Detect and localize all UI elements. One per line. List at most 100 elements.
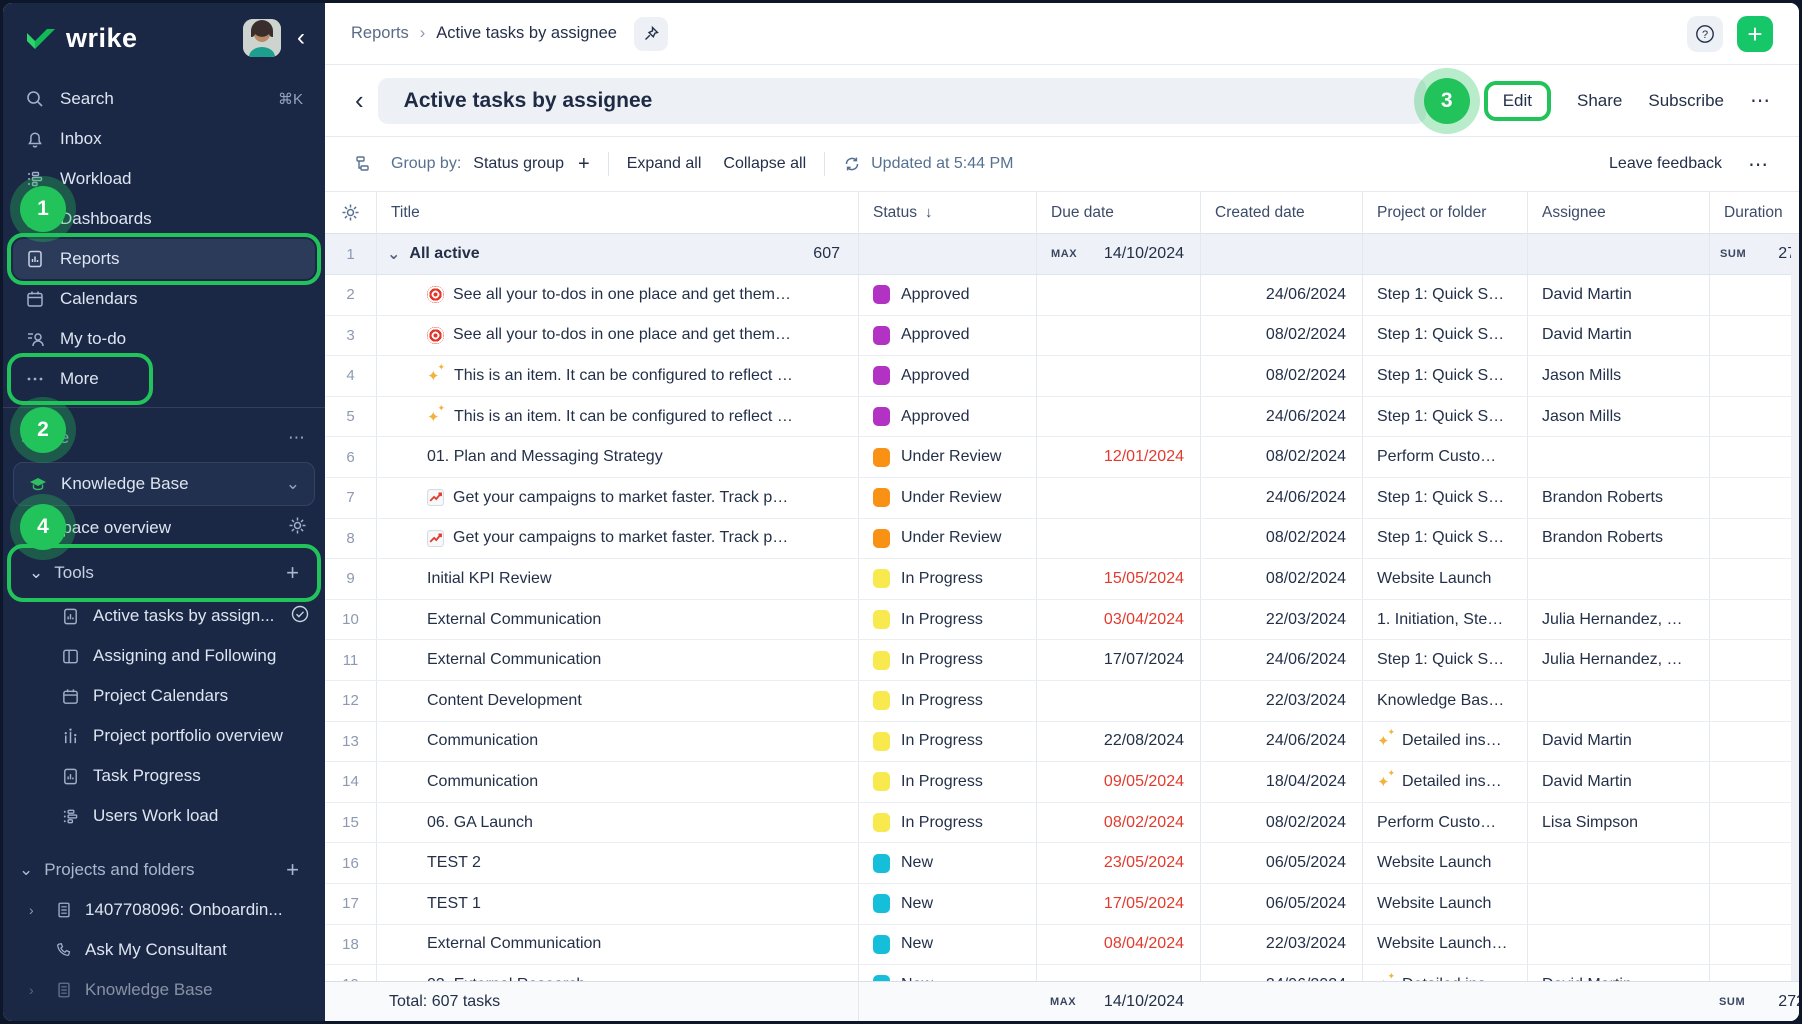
task-title[interactable]: Communication xyxy=(427,732,538,750)
column-header-assignee[interactable]: Assignee xyxy=(1527,192,1709,233)
vertical-scrollbar[interactable] xyxy=(1791,234,1799,981)
due-date xyxy=(1036,681,1200,721)
table-row[interactable]: 14 Communication In Progress 09/05/2024 … xyxy=(325,762,1799,803)
task-title[interactable]: External Communication xyxy=(427,651,601,669)
sidebar-item-my-todo[interactable]: My to-do xyxy=(13,319,315,359)
tool-item-portfolio[interactable]: Project portfolio overview xyxy=(3,716,325,756)
back-icon[interactable]: ‹ xyxy=(355,85,364,116)
assignee: Brandon Roberts xyxy=(1527,519,1709,559)
subscribe-button[interactable]: Subscribe xyxy=(1648,91,1724,111)
column-header-project[interactable]: Project or folder xyxy=(1362,192,1527,233)
share-button[interactable]: Share xyxy=(1577,91,1622,111)
project-name: Step 1: Quick S… xyxy=(1377,286,1504,304)
table-row[interactable]: 15 06. GA Launch In Progress 08/02/2024 … xyxy=(325,803,1799,844)
project-item-ask-consultant[interactable]: Ask My Consultant xyxy=(3,930,325,970)
space-menu-icon[interactable]: ⋯ xyxy=(288,428,307,448)
title-more-button[interactable]: ⋯ xyxy=(1750,88,1771,113)
column-header-title[interactable]: Title xyxy=(376,192,858,233)
table-row[interactable]: 9 Initial KPI Review In Progress 15/05/2… xyxy=(325,559,1799,600)
sidebar-item-more[interactable]: More xyxy=(13,359,147,399)
chevron-down-icon[interactable]: ⌄ xyxy=(286,474,300,494)
collapse-group-icon[interactable]: ⌄ xyxy=(387,244,400,264)
task-title[interactable]: TEST 1 xyxy=(427,895,481,913)
tool-item-task-progress[interactable]: Task Progress xyxy=(3,756,325,796)
created-date: 24/06/2024 xyxy=(1200,640,1362,680)
task-title[interactable]: This is an item. It can be configured to… xyxy=(454,367,793,385)
tools-section-header[interactable]: ⌄ Tools + xyxy=(13,550,315,596)
add-group-by-button[interactable]: + xyxy=(578,153,590,176)
sidebar-item-reports[interactable]: Reports xyxy=(13,239,315,279)
updated-timestamp: Updated at 5:44 PM xyxy=(871,155,1013,173)
sidebar-item-inbox[interactable]: Inbox xyxy=(13,119,315,159)
avatar[interactable] xyxy=(243,19,281,57)
tool-item-users-workload[interactable]: Users Work load xyxy=(3,796,325,836)
project-item-onboarding[interactable]: › 1407708096: Onboardin... xyxy=(3,890,325,930)
task-title[interactable]: Content Development xyxy=(427,692,582,710)
column-header-duration[interactable]: Duration xyxy=(1709,192,1799,233)
table-row[interactable]: 2 See all your to-dos in one place and g… xyxy=(325,275,1799,316)
table-row[interactable]: 3 See all your to-dos in one place and g… xyxy=(325,316,1799,357)
column-header-status[interactable]: Status ↓ xyxy=(858,192,1036,233)
pin-icon[interactable] xyxy=(634,17,668,51)
wrike-logo[interactable]: wrike xyxy=(25,23,138,54)
task-title[interactable]: Get your campaigns to market faster. Tra… xyxy=(453,489,788,507)
column-header-due-date[interactable]: Due date xyxy=(1036,192,1200,233)
table-row[interactable]: 17 TEST 1 New 17/05/2024 06/05/2024 Webs… xyxy=(325,884,1799,925)
tool-item-project-calendars[interactable]: Project Calendars xyxy=(3,676,325,716)
task-title[interactable]: Get your campaigns to market faster. Tra… xyxy=(453,529,788,547)
add-tool-icon[interactable]: + xyxy=(286,560,299,586)
chevron-right-icon[interactable]: › xyxy=(29,982,43,998)
toolbar-more-button[interactable]: ⋯ xyxy=(1748,152,1769,177)
table-row[interactable]: 16 TEST 2 New 23/05/2024 06/05/2024 Webs… xyxy=(325,843,1799,884)
edit-button[interactable]: Edit 3 xyxy=(1484,81,1551,121)
tool-item-active-tasks[interactable]: Active tasks by assign... xyxy=(3,596,325,636)
task-title[interactable]: TEST 2 xyxy=(427,854,481,872)
projects-section-header[interactable]: ⌄ Projects and folders + xyxy=(3,850,325,890)
gear-icon[interactable] xyxy=(288,516,307,540)
task-title[interactable]: Initial KPI Review xyxy=(427,570,552,588)
table-row[interactable]: 5 ✦✦ This is an item. It can be configur… xyxy=(325,397,1799,438)
task-title[interactable]: This is an item. It can be configured to… xyxy=(454,408,793,426)
task-title[interactable]: See all your to-dos in one place and get… xyxy=(453,286,791,304)
status-cell: Approved xyxy=(858,316,1036,356)
create-new-button[interactable]: + xyxy=(1737,16,1773,52)
leave-feedback-button[interactable]: Leave feedback xyxy=(1609,155,1722,173)
table-row[interactable]: 8 Get your campaigns to market faster. T… xyxy=(325,519,1799,560)
sidebar-collapse-icon[interactable]: ‹ xyxy=(293,24,309,52)
chevron-right-icon[interactable]: › xyxy=(29,902,43,918)
table-row[interactable]: 7 Get your campaigns to market faster. T… xyxy=(325,478,1799,519)
expand-all-button[interactable]: Expand all xyxy=(627,155,702,173)
task-title[interactable]: 01. Plan and Messaging Strategy xyxy=(427,448,663,466)
space-selector[interactable]: Knowledge Base ⌄ xyxy=(13,462,315,506)
search-shortcut: ⌘K xyxy=(278,90,303,108)
breadcrumb-reports-link[interactable]: Reports xyxy=(351,24,409,43)
table-row[interactable]: 6 01. Plan and Messaging Strategy Under … xyxy=(325,437,1799,478)
task-title[interactable]: External Communication xyxy=(427,611,601,629)
refresh-icon[interactable] xyxy=(843,155,861,173)
task-title[interactable]: See all your to-dos in one place and get… xyxy=(453,326,791,344)
sidebar-item-calendars[interactable]: Calendars xyxy=(13,279,315,319)
chart-icon xyxy=(427,530,444,547)
duration xyxy=(1709,640,1799,680)
column-header-created-date[interactable]: Created date xyxy=(1200,192,1362,233)
table-settings-button[interactable] xyxy=(325,192,376,233)
collapse-all-button[interactable]: Collapse all xyxy=(723,155,806,173)
task-title[interactable]: Communication xyxy=(427,773,538,791)
table-row[interactable]: 11 External Communication In Progress 17… xyxy=(325,640,1799,681)
group-by-value[interactable]: Status group xyxy=(473,155,564,173)
table-row[interactable]: 10 External Communication In Progress 03… xyxy=(325,600,1799,641)
add-project-icon[interactable]: + xyxy=(286,857,299,883)
task-title[interactable]: External Communication xyxy=(427,935,601,953)
table-row[interactable]: 4 ✦✦ This is an item. It can be configur… xyxy=(325,356,1799,397)
table-row[interactable]: 18 External Communication New 08/04/2024… xyxy=(325,925,1799,966)
table-row[interactable]: 13 Communication In Progress 22/08/2024 … xyxy=(325,722,1799,763)
table-footer-row: Total: 607 tasks MAX 14/10/2024 SUM 272 xyxy=(325,981,1799,1021)
table-row[interactable]: 12 Content Development In Progress 22/03… xyxy=(325,681,1799,722)
tool-item-assigning[interactable]: Assigning and Following xyxy=(3,636,325,676)
help-button[interactable]: ? xyxy=(1687,16,1723,52)
project-item-knowledge-base[interactable]: › Knowledge Base xyxy=(3,970,325,1010)
report-title-field[interactable]: Active tasks by assignee xyxy=(378,78,1426,124)
task-title[interactable]: 06. GA Launch xyxy=(427,814,533,832)
group-row-all-active[interactable]: 1 ⌄ All active 607 MAX 14/10/2024 SUM 27… xyxy=(325,234,1799,275)
sidebar-item-search[interactable]: Search ⌘K xyxy=(13,79,315,119)
